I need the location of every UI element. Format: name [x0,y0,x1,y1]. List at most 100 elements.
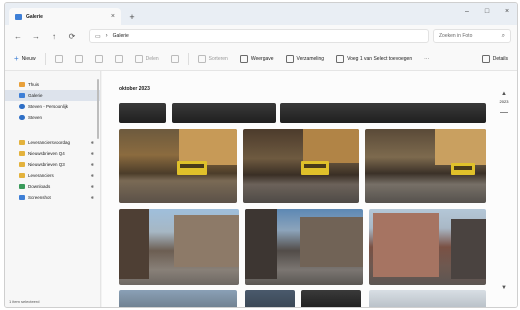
cut-button[interactable] [52,52,66,66]
rename-icon [114,54,123,63]
photo-thumbnail[interactable] [369,290,486,307]
pin-icon: ✱ [90,162,94,167]
up-button[interactable]: ↑ [47,29,61,43]
refresh-button[interactable]: ⟳ [65,29,79,43]
add-to-label: Voeg 1 van Select toevoegen [347,55,413,62]
maximize-button[interactable]: □ [477,3,497,19]
sidebar-item-downloads[interactable]: Downloads ✱ [5,181,100,192]
plus-icon: + [14,54,19,63]
timeline-up-arrow-icon[interactable]: ▲ [501,91,507,97]
photo-thumbnail[interactable] [369,209,486,285]
sidebar-item-onedrive[interactable]: Steven [5,112,100,123]
divider [44,52,46,65]
sidebar-item-home[interactable]: Thuis [5,79,100,90]
details-button[interactable]: Details [479,52,511,66]
photo-thumbnail[interactable] [245,290,295,307]
gallery-icon [19,93,25,98]
view-label: Weergave [250,55,274,62]
search-input[interactable]: Zoeken in Foto ⌕ [433,29,511,43]
image-folder-icon [19,195,25,200]
timeline-mark [500,112,508,113]
address-path: Galerie [112,33,129,39]
pin-icon: ✱ [90,184,94,189]
new-button[interactable]: + Nieuw [11,52,39,66]
tram-shape [301,161,329,175]
trash-icon [170,54,179,63]
sidebar-item-folder[interactable]: Nieuwsbrieven Q3 ✱ [5,159,100,170]
sort-label: Sorteren [208,55,228,62]
photo-thumbnail[interactable] [245,209,363,285]
timeline-down-arrow-icon[interactable]: ▼ [501,285,507,291]
sidebar-item-folder[interactable]: Nieuwsbrieven Q4 ✱ [5,148,100,159]
photo-thumbnail[interactable] [243,129,359,203]
share-label: Delen [145,55,159,62]
building-shape [303,129,359,163]
window-controls: – □ × [457,3,517,19]
tram-shape [177,161,207,175]
building-shape [373,213,439,277]
tab-galerie[interactable]: Galerie × [9,8,121,25]
photo-thumbnail[interactable] [365,129,486,203]
photo-thumbnail[interactable] [119,129,237,203]
building-shape [435,129,486,165]
address-field[interactable]: ▭ › Galerie [89,29,429,43]
building-shape [179,129,237,165]
photo-thumbnail[interactable] [172,103,276,123]
copy-icon [74,54,83,63]
close-button[interactable]: × [497,3,517,19]
photo-thumbnail[interactable] [301,290,361,307]
collection-button[interactable]: Verzameling [283,52,328,66]
view-icon [239,54,248,63]
sidebar-item-folder[interactable]: Leveranciers ✱ [5,170,100,181]
cut-icon [54,54,63,63]
monitor-icon: ▭ [95,33,101,40]
photo-thumbnail[interactable] [119,290,237,307]
cloud-icon [19,115,25,120]
photo-thumbnail[interactable] [280,103,486,123]
folder-icon [19,173,25,178]
tab-bar: Galerie × + – □ × [5,3,517,25]
share-button[interactable]: Delen [132,52,162,66]
tram-shape [451,163,475,175]
paste-button[interactable] [92,52,106,66]
building-shape [119,209,149,279]
sidebar-item-screenshots[interactable]: Screenshot ✱ [5,192,100,203]
cloud-icon [19,104,25,109]
photo-thumbnail[interactable] [119,103,166,123]
sort-button[interactable]: Sorteren [195,52,231,66]
photo-thumbnail[interactable] [119,209,239,285]
details-label: Details [492,55,508,62]
timeline-year: 2023 [499,99,509,104]
copy-button[interactable] [72,52,86,66]
minimize-button[interactable]: – [457,3,477,19]
sidebar-item-onedrive-personal[interactable]: Steven - Persoonlijk [5,101,100,112]
sidebar-item-folder[interactable]: Leveranciersvoordag ✱ [5,137,100,148]
gallery-view: oktober 2023 ▲ 2023 ▼ [102,71,517,307]
navigation-pane: Thuis Galerie Steven - Persoonlijk Steve… [5,71,101,307]
home-icon [19,82,25,87]
building-shape [451,219,486,279]
share-icon [134,54,143,63]
collection-icon [285,54,294,63]
tab-close-icon[interactable]: × [111,13,115,20]
back-button[interactable]: ← [11,29,25,43]
building-shape [174,215,239,267]
new-tab-button[interactable]: + [125,10,139,24]
folder-icon [19,162,25,167]
view-button[interactable]: Weergave [237,52,277,66]
building-shape [300,217,363,267]
collection-label: Verzameling [296,55,325,62]
more-button[interactable]: ⋯ [421,52,432,66]
paste-icon [94,54,103,63]
timeline-scrubber[interactable]: 2023 [497,99,511,113]
sidebar-item-gallery[interactable]: Galerie [5,90,100,101]
sidebar-scrollbar[interactable] [97,79,99,139]
rename-button[interactable] [112,52,126,66]
add-to-button[interactable]: Voeg 1 van Select toevoegen [333,52,415,66]
tab-title: Galerie [26,13,43,20]
chevron-right-icon: › [105,33,108,39]
folder-icon [19,140,25,145]
delete-button[interactable] [168,52,182,66]
forward-button[interactable]: → [29,29,43,43]
status-bar-text: 1 item selecteerd [9,299,40,304]
